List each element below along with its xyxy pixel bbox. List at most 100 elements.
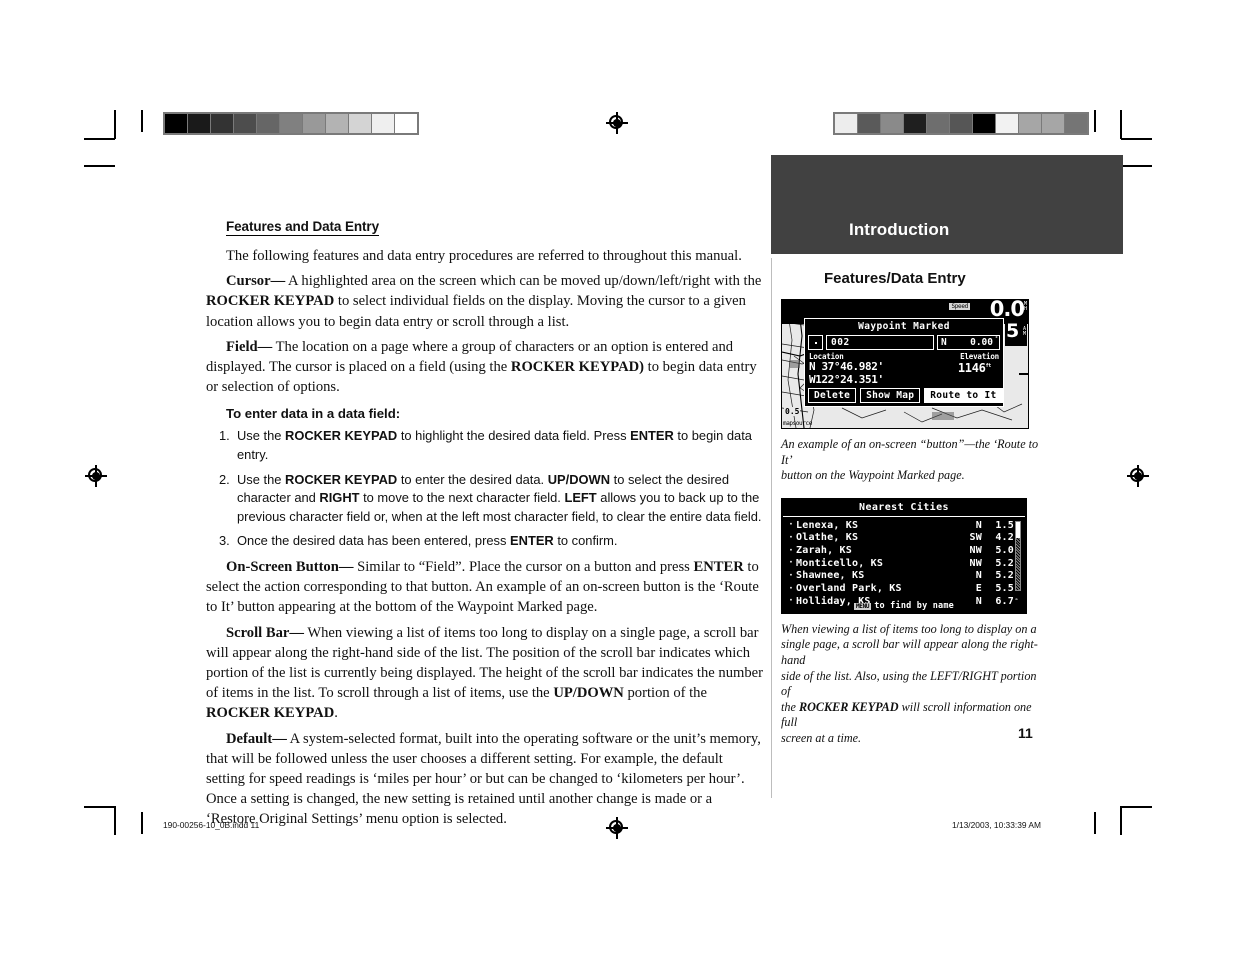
- onscreen-button-term: On-Screen Button—: [226, 558, 354, 575]
- calibration-swatch-3: [904, 114, 926, 133]
- calibration-swatch-6: [973, 114, 995, 133]
- map-edge-tick: [1019, 373, 1028, 375]
- gps-waypoint-screenshot: Speed 0.0 MH 5 AM 0.5 mapsource Waypoint…: [781, 297, 1029, 429]
- city-name: Zarah, KS: [796, 545, 852, 556]
- waypoint-name-row: 002 N 0.00 °: [808, 335, 1000, 350]
- waypoint-symbol-field[interactable]: [808, 335, 823, 350]
- calibration-swatch-3: [234, 114, 256, 133]
- calibration-swatch-0: [165, 114, 187, 133]
- satellite-indicator: 5 AM: [1005, 320, 1027, 346]
- calibration-swatch-7: [326, 114, 348, 133]
- step-emphasis: ENTER: [510, 533, 554, 549]
- step-emphasis: LEFT: [564, 490, 597, 506]
- city-direction: NW: [969, 557, 982, 569]
- waypoint-coordinates[interactable]: N 37°46.982' W122°24.351': [809, 360, 884, 386]
- city-bullet-icon: ·: [788, 558, 794, 569]
- nearest-cities-title: Nearest Cities: [783, 500, 1025, 517]
- crop-mark-bottom-left-tick: [141, 812, 143, 834]
- city-name: Monticello, KS: [796, 557, 884, 569]
- step-item: 3. Once the desired data has been entered…: [206, 532, 764, 551]
- field-paragraph: Field— The location on a page where a gr…: [206, 337, 764, 398]
- calibration-swatch-8: [1019, 114, 1041, 133]
- step-emphasis: ROCKER KEYPAD: [285, 428, 398, 444]
- scroll-bar-paragraph: Scroll Bar— When viewing a list of items…: [206, 623, 764, 724]
- registration-target-left: [85, 465, 107, 487]
- nearest-cities-list[interactable]: ·Lenexa, KSN1.5ᵐ·Olathe, KSSW4.2ᵐ·Zarah,…: [786, 519, 1022, 608]
- city-name: Lenexa, KS: [796, 519, 859, 531]
- scrollbar[interactable]: [1015, 520, 1021, 591]
- map-source-label: mapsource: [783, 420, 812, 427]
- calibration-strip-left: [163, 112, 419, 135]
- scroll-bar-bold-2: ROCKER KEYPAD: [206, 705, 335, 722]
- main-text-column: Features and Data Entry The following fe…: [206, 218, 764, 835]
- sidebar: Introduction Features/Data Entry Speed 0…: [771, 155, 1123, 747]
- registration-target-top: [606, 112, 628, 134]
- step-emphasis: RIGHT: [319, 490, 360, 506]
- list-item[interactable]: ·Lenexa, KSN1.5ᵐ: [786, 519, 1022, 532]
- bearing-unit: °: [994, 336, 998, 342]
- onscreen-button-paragraph: On-Screen Button— Similar to “Field”. Pl…: [206, 557, 764, 618]
- list-item[interactable]: ·Shawnee, KSN5.2ᵐ: [786, 570, 1022, 583]
- step-emphasis: ROCKER KEYPAD: [285, 471, 398, 487]
- crop-mark-top-right-tick: [1094, 110, 1096, 132]
- nearest-cities-footer: MENU to find by name: [783, 601, 1025, 611]
- caption-cities-screenshot: When viewing a list of items too long to…: [781, 621, 1038, 745]
- speed-label: Speed: [949, 303, 970, 310]
- calibration-swatch-10: [1065, 114, 1087, 133]
- step-item: 2. Use the ROCKER KEYPAD to enter the des…: [206, 471, 764, 527]
- intro-paragraph: The following features and data entry pr…: [226, 248, 742, 264]
- default-term: Default—: [226, 730, 287, 747]
- scrollbar-thumb[interactable]: [1016, 521, 1020, 538]
- city-distance: 5.5: [995, 583, 1014, 595]
- step-item: 1. Use the ROCKER KEYPAD to highlight the…: [206, 427, 764, 464]
- default-paragraph: Default— A system-selected format, built…: [206, 729, 764, 830]
- step-text: to move to the next character field.: [359, 490, 565, 506]
- city-direction: E: [975, 583, 982, 595]
- city-name: Olathe, KS: [796, 532, 859, 544]
- waypoint-button-show-map[interactable]: Show Map: [860, 388, 921, 403]
- waypoint-button-route-to-it[interactable]: Route to It: [924, 388, 1003, 403]
- city-direction: N: [975, 570, 982, 582]
- satellite-unit: AM: [1022, 326, 1026, 337]
- crop-mark-bottom-right-v: [1120, 806, 1122, 835]
- calibration-swatch-7: [996, 114, 1018, 133]
- nearest-cities-footer-text: to find by name: [874, 600, 954, 611]
- calibration-swatch-2: [211, 114, 233, 133]
- calibration-swatch-1: [858, 114, 880, 133]
- bearing-direction: N: [941, 337, 947, 348]
- city-distance: 1.5: [995, 519, 1014, 531]
- chapter-tab-label: Introduction: [849, 220, 950, 239]
- crop-mark-top-left-tick: [141, 110, 143, 132]
- cursor-text-1: A highlighted area on the screen which c…: [285, 273, 762, 290]
- steps-heading: To enter data in a data field:: [226, 406, 401, 422]
- city-name: Overland Park, KS: [796, 583, 902, 595]
- latitude-value: N 37°46.982': [809, 360, 884, 373]
- step-number: 3.: [219, 533, 230, 549]
- step-text: Use the: [237, 471, 286, 487]
- list-item[interactable]: ·Monticello, KSNW5.2ᵐ: [786, 557, 1022, 570]
- list-item[interactable]: ·Overland Park, KSE5.5ᵐ: [786, 582, 1022, 595]
- waypoint-button-delete[interactable]: Delete: [808, 388, 857, 403]
- cursor-bold-1: ROCKER KEYPAD: [206, 293, 335, 310]
- satellite-count: 5: [1006, 320, 1020, 342]
- city-distance: 5.0: [995, 545, 1014, 556]
- step-text: to enter the desired data.: [397, 471, 548, 487]
- list-item[interactable]: ·Olathe, KSSW4.2ᵐ: [786, 531, 1022, 544]
- sidebar-section-title: Features/Data Entry: [824, 270, 966, 287]
- step-text: Once the desired data has been entered, …: [237, 533, 511, 549]
- waypoint-bearing-field[interactable]: N 0.00 °: [937, 335, 1000, 350]
- city-bullet-icon: ·: [788, 583, 794, 594]
- bearing-value: 0.00: [970, 337, 993, 348]
- step-emphasis: UP/DOWN: [547, 471, 611, 487]
- waypoint-dialog-title: Waypoint Marked: [858, 321, 950, 332]
- elevation-value[interactable]: 1146ft: [958, 361, 991, 375]
- calibration-strip-right: [833, 112, 1089, 135]
- list-item[interactable]: ·Zarah, KSNW5.0ᵐ: [786, 544, 1022, 557]
- scroll-bar-text-3: .: [334, 705, 338, 722]
- footer-timestamp: 1/13/2003, 10:33:39 AM: [952, 820, 1041, 830]
- city-distance: 5.2: [995, 570, 1014, 582]
- city-bullet-icon: ·: [788, 545, 794, 556]
- waypoint-name-field[interactable]: 002: [826, 335, 934, 350]
- scroll-bar-text-2: portion of the: [623, 685, 707, 702]
- cursor-term: Cursor—: [226, 273, 286, 290]
